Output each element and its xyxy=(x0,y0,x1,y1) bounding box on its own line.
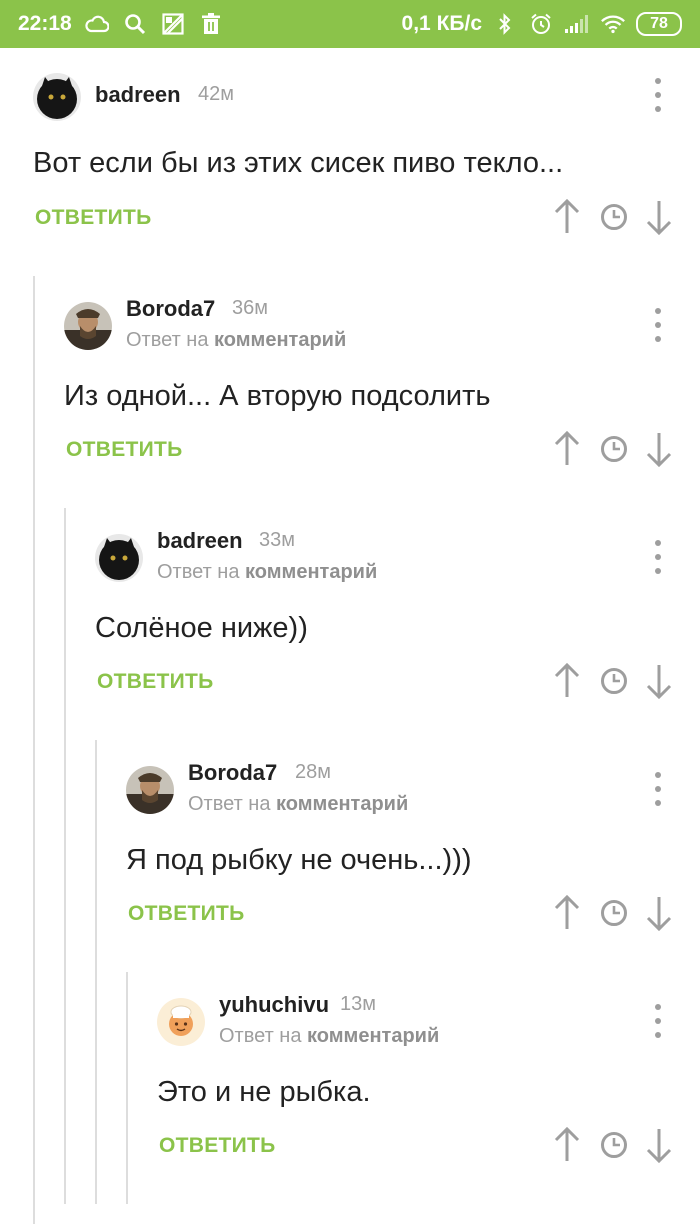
upvote-icon[interactable] xyxy=(551,1126,583,1163)
battery-level: 78 xyxy=(650,15,668,32)
comment-time: 33м xyxy=(259,529,295,551)
avatar[interactable] xyxy=(64,302,112,350)
search-icon xyxy=(122,11,148,37)
comment-text: Вот если бы из этих сисек пиво текло... xyxy=(33,147,564,179)
clock-icon[interactable] xyxy=(598,663,630,699)
downvote-icon[interactable] xyxy=(643,431,675,468)
reply-to-label[interactable]: Ответ на комментарий xyxy=(188,793,408,816)
reply-to-prefix: Ответ на xyxy=(219,1025,302,1047)
signal-icon xyxy=(564,11,590,37)
avatar[interactable] xyxy=(95,534,143,582)
comment-author[interactable]: Boroda7 xyxy=(188,760,277,786)
reply-to-prefix: Ответ на xyxy=(126,329,209,351)
upvote-icon[interactable] xyxy=(551,198,583,235)
more-options-icon[interactable] xyxy=(648,772,668,806)
reply-button[interactable]: ОТВЕТИТЬ xyxy=(35,206,152,230)
reply-to-label[interactable]: Ответ на комментарий xyxy=(126,329,346,352)
reply-to-prefix: Ответ на xyxy=(188,793,271,815)
reply-to-label[interactable]: Ответ на комментарий xyxy=(219,1025,439,1048)
image-icon xyxy=(160,11,186,37)
reply-to-target[interactable]: комментарий xyxy=(245,561,377,583)
downvote-icon[interactable] xyxy=(643,663,675,700)
comment-time: 42м xyxy=(198,83,234,105)
avatar[interactable] xyxy=(126,766,174,814)
reply-to-target[interactable]: комментарий xyxy=(276,793,408,815)
comment: Boroda7 36м Ответ на комментарий Из одно… xyxy=(0,290,700,490)
wifi-icon xyxy=(600,11,626,37)
reply-to-target[interactable]: комментарий xyxy=(307,1025,439,1047)
cloud-icon xyxy=(84,11,110,37)
downvote-icon[interactable] xyxy=(643,895,675,932)
comment: Boroda7 28м Ответ на комментарий Я под р… xyxy=(0,754,700,954)
comment-time: 13м xyxy=(340,993,376,1015)
comment-author[interactable]: yuhuchivu xyxy=(219,992,329,1018)
reply-button[interactable]: ОТВЕТИТЬ xyxy=(128,902,245,926)
avatar[interactable] xyxy=(157,998,205,1046)
clock: 22:18 xyxy=(18,12,72,35)
comment-author[interactable]: badreen xyxy=(95,82,181,108)
avatar[interactable] xyxy=(33,73,81,121)
comment-time: 36м xyxy=(232,297,268,319)
comment-text: Солёное ниже)) xyxy=(95,612,308,644)
more-options-icon[interactable] xyxy=(648,78,668,112)
more-options-icon[interactable] xyxy=(648,1004,668,1038)
comment-author[interactable]: Boroda7 xyxy=(126,296,215,322)
more-options-icon[interactable] xyxy=(648,308,668,342)
comment: yuhuchivu 13м Ответ на комментарий Это и… xyxy=(0,986,700,1186)
status-bar: 22:18 0,1 КБ/с 78 xyxy=(0,0,700,48)
more-options-icon[interactable] xyxy=(648,540,668,574)
comment: badreen 33м Ответ на комментарий Солёное… xyxy=(0,522,700,722)
reply-to-target[interactable]: комментарий xyxy=(214,329,346,351)
comment-text: Из одной... А вторую подсолить xyxy=(64,380,491,412)
network-speed: 0,1 КБ/с xyxy=(401,12,482,35)
comment-time: 28м xyxy=(295,761,331,783)
upvote-icon[interactable] xyxy=(551,662,583,699)
battery-indicator: 78 xyxy=(636,12,682,36)
clock-icon[interactable] xyxy=(598,431,630,467)
clock-icon[interactable] xyxy=(598,199,630,235)
downvote-icon[interactable] xyxy=(643,199,675,236)
downvote-icon[interactable] xyxy=(643,1127,675,1164)
trash-icon xyxy=(198,11,224,37)
comment-text: Это и не рыбка. xyxy=(157,1076,371,1108)
reply-to-prefix: Ответ на xyxy=(157,561,240,583)
bluetooth-icon xyxy=(492,11,518,37)
comment: badreen 42м Вот если бы из этих сисек пи… xyxy=(0,60,700,260)
reply-button[interactable]: ОТВЕТИТЬ xyxy=(66,438,183,462)
reply-to-label[interactable]: Ответ на комментарий xyxy=(157,561,377,584)
upvote-icon[interactable] xyxy=(551,894,583,931)
reply-button[interactable]: ОТВЕТИТЬ xyxy=(97,670,214,694)
clock-icon[interactable] xyxy=(598,1127,630,1163)
comment-text: Я под рыбку не очень...))) xyxy=(126,844,472,876)
upvote-icon[interactable] xyxy=(551,430,583,467)
alarm-icon xyxy=(528,11,554,37)
reply-button[interactable]: ОТВЕТИТЬ xyxy=(159,1134,276,1158)
comment-author[interactable]: badreen xyxy=(157,528,243,554)
clock-icon[interactable] xyxy=(598,895,630,931)
